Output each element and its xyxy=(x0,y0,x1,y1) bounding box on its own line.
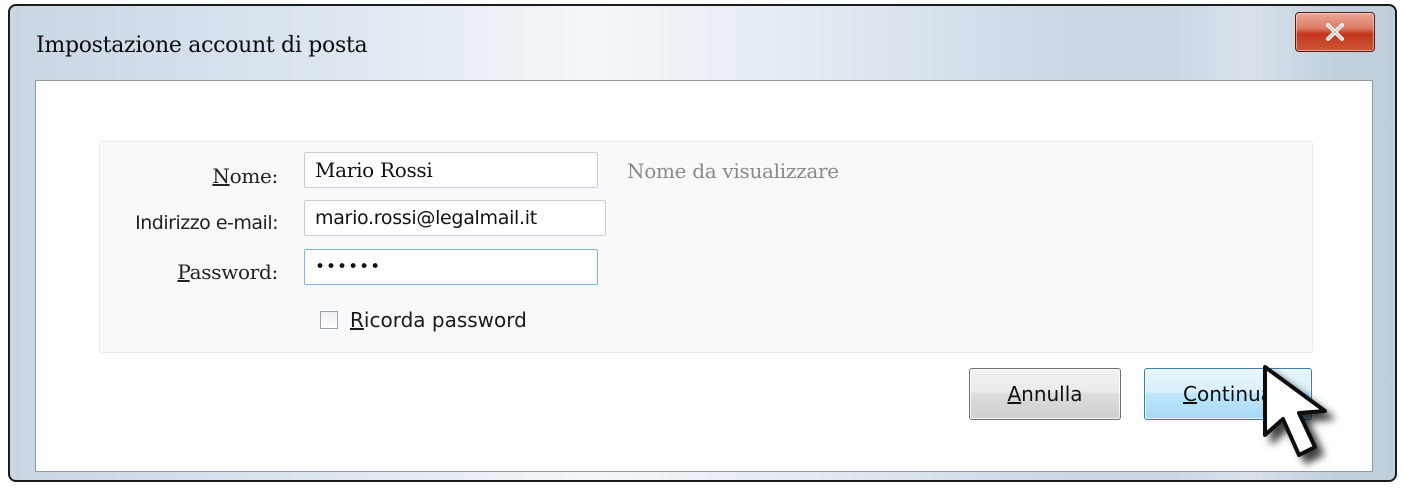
remember-password-row[interactable]: Ricorda password xyxy=(320,308,527,332)
cancel-button[interactable]: Annulla xyxy=(969,368,1121,420)
password-input[interactable]: •••••• xyxy=(304,249,598,285)
continue-accelerator: C xyxy=(1183,382,1198,406)
remember-label-text: icorda password xyxy=(363,308,527,332)
password-label-accelerator: P xyxy=(177,260,190,284)
cancel-label: nnulla xyxy=(1021,382,1083,406)
close-button[interactable] xyxy=(1295,12,1375,52)
name-label-text: ome: xyxy=(229,164,279,188)
name-label-accelerator: N xyxy=(212,164,230,188)
mouse-pointer-icon xyxy=(1263,365,1327,457)
email-label: Indirizzo e-mail: xyxy=(135,212,278,234)
name-label: Nome: xyxy=(212,164,278,188)
window-title: Impostazione account di posta xyxy=(36,33,368,58)
cancel-accelerator: A xyxy=(1007,382,1022,406)
screen: Impostazione account di posta Nome: Mari… xyxy=(0,0,1411,490)
dialog-content: Nome: Mario Rossi Nome da visualizzare I… xyxy=(35,80,1373,472)
name-input[interactable]: Mario Rossi xyxy=(304,152,598,188)
remember-label-accelerator: R xyxy=(350,308,364,332)
remember-password-checkbox[interactable] xyxy=(320,311,338,329)
remember-password-label[interactable]: Ricorda password xyxy=(350,308,527,332)
close-icon xyxy=(1326,23,1344,41)
password-label-text: assword: xyxy=(189,260,279,284)
account-form-panel: Nome: Mario Rossi Nome da visualizzare I… xyxy=(99,141,1313,353)
name-hint: Nome da visualizzare xyxy=(627,159,839,183)
email-input[interactable]: mario.rossi@legalmail.it xyxy=(304,200,606,236)
dialog-window: Impostazione account di posta Nome: Mari… xyxy=(8,4,1397,482)
password-label: Password: xyxy=(177,260,278,284)
